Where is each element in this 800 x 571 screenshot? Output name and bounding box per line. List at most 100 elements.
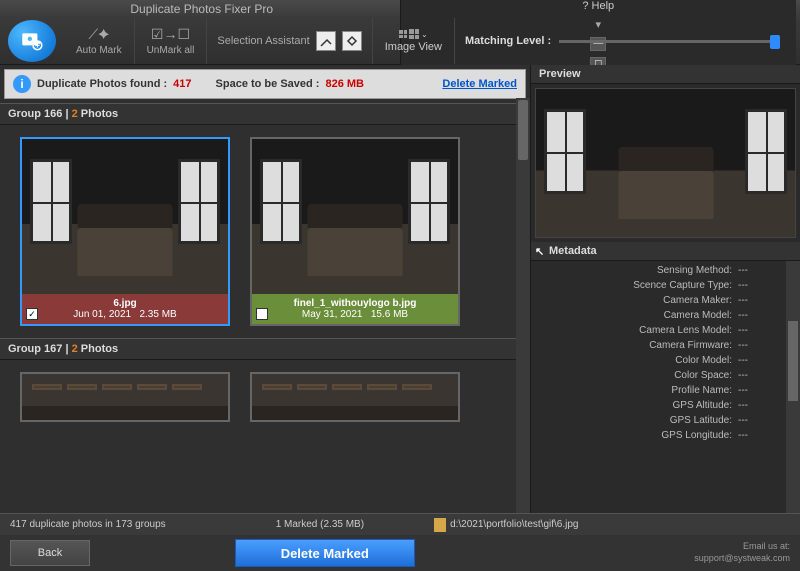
file-size: 2.35 MB — [139, 309, 176, 320]
metadata-key: Camera Firmware: — [539, 340, 738, 351]
thumbnail-meta: 6.jpg Jun 01, 2021 2.35 MB ✓ — [22, 294, 228, 324]
metadata-value: --- — [738, 265, 778, 276]
file-date: Jun 01, 2021 — [73, 309, 131, 320]
metadata-key: GPS Latitude: — [539, 415, 738, 426]
selection-assistant-group: Selection Assistant — [207, 18, 372, 64]
group-167-name: Group 167 | — [8, 343, 69, 355]
metadata-row: Camera Model:--- — [531, 308, 786, 323]
group-167-suffix: Photos — [81, 343, 118, 355]
metadata-value: --- — [738, 340, 778, 351]
selection-tool-2-button[interactable] — [342, 31, 362, 51]
thumbnail-image — [252, 374, 458, 420]
thumbnail-meta: finel_1_withouylogo b.jpg May 31, 2021 1… — [252, 294, 458, 324]
metadata-key: GPS Longitude: — [539, 430, 738, 441]
metadata-value: --- — [738, 325, 778, 336]
thumbnail-card[interactable] — [20, 372, 230, 422]
status-bar: 417 duplicate photos in 173 groups 1 Mar… — [0, 513, 800, 535]
back-button[interactable]: Back — [10, 540, 90, 566]
metadata-value: --- — [738, 415, 778, 426]
metadata-row: Camera Maker:--- — [531, 293, 786, 308]
group-167-count: 2 — [72, 343, 78, 355]
results-scrollbar[interactable] — [516, 98, 530, 513]
thumbnail-card[interactable]: finel_1_withouylogo b.jpg May 31, 2021 1… — [250, 137, 460, 326]
metadata-key: Profile Name: — [539, 385, 738, 396]
auto-mark-button[interactable]: ⟋✦ Auto Mark — [64, 18, 135, 64]
group-header-166: Group 166 | 2 Photos — [0, 103, 530, 125]
preview-image — [535, 88, 796, 238]
metadata-value: --- — [738, 400, 778, 411]
delete-marked-button[interactable]: Delete Marked — [235, 539, 415, 567]
image-view-button[interactable]: ⌄ Image View — [373, 18, 455, 64]
metadata-row: Camera Lens Model:--- — [531, 323, 786, 338]
thumbnail-checkbox[interactable] — [256, 308, 268, 320]
thumbnail-card[interactable] — [250, 372, 460, 422]
matching-level-slider[interactable] — [559, 40, 780, 43]
metadata-scrollbar[interactable] — [786, 261, 800, 513]
title-bar: Duplicate Photos Fixer Pro ▾ ⚙ Settings … — [0, 0, 800, 18]
metadata-list[interactable]: Sensing Method:---Scence Capture Type:--… — [531, 261, 786, 513]
file-date: May 31, 2021 — [302, 309, 363, 320]
checkbox-arrow-icon: ☑→☐ — [151, 26, 190, 43]
app-logo — [8, 20, 56, 62]
preview-header: Preview — [531, 65, 800, 84]
space-label: Space to be Saved : — [216, 78, 320, 90]
help-link[interactable]: ? Help — [582, 0, 614, 12]
file-size: 15.6 MB — [371, 309, 408, 320]
metadata-value: --- — [738, 430, 778, 441]
file-name: finel_1_withouylogo b.jpg — [294, 298, 417, 309]
email-label: Email us at: — [694, 541, 790, 553]
unmark-all-label: UnMark all — [147, 45, 195, 56]
thumbnail-card-selected[interactable]: 6.jpg Jun 01, 2021 2.35 MB ✓ — [20, 137, 230, 326]
email-address[interactable]: support@systweak.com — [694, 553, 790, 565]
metadata-key: Scence Capture Type: — [539, 280, 738, 291]
status-marked: 1 Marked (2.35 MB) — [276, 519, 364, 530]
dup-count-label: Duplicate Photos found : — [37, 78, 167, 90]
bottom-bar: Back Delete Marked Email us at: support@… — [0, 535, 800, 571]
thumbnail-image — [22, 139, 228, 294]
metadata-key: Camera Maker: — [539, 295, 738, 306]
chevron-down-icon: ⌄ — [421, 30, 428, 39]
results-list[interactable]: Group 166 | 2 Photos 6.jpg Jun 01, 2021 … — [0, 103, 530, 513]
auto-mark-label: Auto Mark — [76, 45, 122, 56]
app-title: Duplicate Photos Fixer Pro — [4, 2, 400, 16]
group-166-count: 2 — [72, 108, 78, 120]
group-166-suffix: Photos — [81, 108, 118, 120]
group-header-167: Group 167 | 2 Photos — [0, 338, 530, 360]
metadata-key: Camera Model: — [539, 310, 738, 321]
grid-small-icon — [399, 30, 407, 38]
metadata-row: Profile Name:--- — [531, 383, 786, 398]
selection-tool-1-button[interactable] — [316, 31, 336, 51]
metadata-row: Sensing Method:--- — [531, 263, 786, 278]
dup-count-value: 417 — [173, 78, 191, 90]
image-view-label: Image View — [385, 41, 442, 53]
metadata-value: --- — [738, 295, 778, 306]
metadata-value: --- — [738, 280, 778, 291]
metadata-row: GPS Longitude:--- — [531, 428, 786, 443]
file-name: 6.jpg — [113, 298, 136, 309]
metadata-row: Color Space:--- — [531, 368, 786, 383]
info-icon: i — [13, 75, 31, 93]
slider-thumb[interactable] — [770, 35, 780, 49]
thumbnail-checkbox[interactable]: ✓ — [26, 308, 38, 320]
results-panel: i Duplicate Photos found : 417 Space to … — [0, 65, 530, 513]
metadata-value: --- — [738, 310, 778, 321]
selection-assistant-label: Selection Assistant — [217, 35, 309, 47]
metadata-header: ↖ Metadata — [531, 242, 800, 261]
space-value: 826 MB — [325, 78, 364, 90]
preview-panel: Preview ↖ Metadata Sensing Method:---Sce… — [530, 65, 800, 513]
delete-marked-link[interactable]: Delete Marked — [442, 78, 517, 90]
metadata-value: --- — [738, 385, 778, 396]
metadata-value: --- — [738, 355, 778, 366]
thumbnail-image — [252, 139, 458, 294]
metadata-row: Color Model:--- — [531, 353, 786, 368]
status-path: d:\2021\portfolio\test\gif\6.jpg — [450, 519, 578, 530]
status-summary: 417 duplicate photos in 173 groups — [10, 519, 166, 530]
grid-large-icon — [409, 29, 419, 39]
unmark-all-button[interactable]: ☑→☐ UnMark all — [135, 18, 208, 64]
help-dropdown-arrow[interactable]: ▾ — [595, 18, 601, 31]
metadata-key: Camera Lens Model: — [539, 325, 738, 336]
metadata-key: Sensing Method: — [539, 265, 738, 276]
file-icon — [434, 518, 446, 532]
matching-level-label: Matching Level : — [465, 35, 551, 47]
metadata-key: Color Model: — [539, 355, 738, 366]
